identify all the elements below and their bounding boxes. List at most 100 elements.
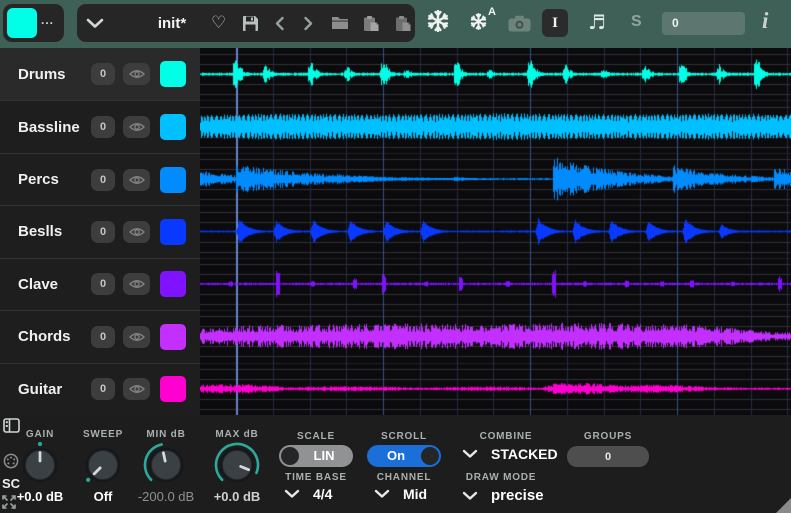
next-preset-icon[interactable] — [303, 4, 314, 42]
time-base-label: TIME BASE — [285, 472, 347, 483]
track-name: Guitar — [18, 380, 63, 398]
track-row[interactable]: Bassline 0 — [0, 100, 200, 152]
eye-icon — [128, 332, 145, 341]
snapshot-camera-icon[interactable] — [508, 15, 531, 32]
auto-freeze-icon[interactable] — [470, 13, 487, 30]
scroll-label: SCROLL — [381, 431, 427, 442]
track-color-swatch[interactable] — [160, 218, 186, 245]
track-color-swatch[interactable] — [160, 271, 186, 298]
max-db-knob[interactable]: MAX dB +0.0 dB — [199, 429, 275, 504]
track-count-badge[interactable]: 0 — [91, 168, 115, 191]
min-db-label: MIN dB — [146, 429, 186, 440]
eye-icon — [128, 70, 145, 79]
eye-icon — [128, 175, 145, 184]
track-count-badge[interactable]: 0 — [91, 325, 115, 348]
combine-value: STACKED — [491, 446, 558, 462]
toggle-knob — [421, 447, 439, 465]
favorite-heart-icon[interactable]: ♡ — [211, 4, 226, 42]
track-count-badge[interactable]: 0 — [91, 116, 115, 139]
toolbar: ... init* ♡ A I ♬ S 0 i — [0, 0, 791, 48]
eye-icon — [128, 385, 145, 394]
preset-browser-folder-icon[interactable] — [331, 4, 349, 42]
draw-mode-value: precise — [491, 487, 544, 504]
track-visibility-button[interactable] — [123, 63, 150, 86]
track-count-badge[interactable]: 0 — [91, 63, 115, 86]
auto-freeze-a-label: A — [488, 6, 496, 18]
previous-preset-icon[interactable] — [274, 4, 285, 42]
channel-dropdown[interactable]: Mid — [374, 486, 427, 502]
track-name: Beslls — [18, 223, 63, 241]
resize-handle[interactable] — [776, 498, 791, 513]
track-name: Drums — [18, 65, 66, 83]
preset-dropdown-chevron-icon[interactable] — [86, 4, 104, 42]
max-db-value: +0.0 dB — [213, 489, 261, 504]
draw-mode-label: DRAW MODE — [465, 472, 537, 483]
scale-toggle[interactable]: LIN — [279, 445, 353, 467]
track-color-swatch[interactable] — [160, 61, 186, 88]
track-list: Drums 0 Bassline 0 Percs 0 Beslls 0 Clav… — [0, 48, 200, 415]
control-panel: SC GAIN +0.0 dB SWEEP Off MIN dB -200.0 … — [0, 415, 791, 513]
track-visibility-button[interactable] — [123, 116, 150, 139]
chevron-down-icon — [374, 489, 390, 498]
channel-value: Mid — [403, 486, 428, 502]
chevron-down-icon — [462, 491, 478, 500]
track-row[interactable]: Guitar 0 — [0, 362, 200, 415]
time-base-value: 4/4 — [313, 486, 333, 502]
paste-preset-icon[interactable] — [394, 4, 412, 42]
track-visibility-button[interactable] — [123, 325, 150, 348]
channel-label: CHANNEL — [376, 472, 432, 483]
track-count-badge[interactable]: 0 — [91, 220, 115, 243]
track-row[interactable]: Chords 0 — [0, 310, 200, 362]
scroll-toggle[interactable]: On — [367, 445, 441, 467]
chevron-down-icon — [462, 449, 478, 458]
track-visibility-button[interactable] — [123, 378, 150, 401]
track-visibility-button[interactable] — [123, 273, 150, 296]
preset-bar: init* ♡ — [77, 4, 415, 42]
time-base-dropdown[interactable]: 4/4 — [284, 486, 332, 502]
waveform-display[interactable] — [200, 48, 791, 415]
copy-preset-icon[interactable] — [362, 4, 380, 42]
track-color-swatch[interactable] — [160, 114, 186, 141]
toggle-knob — [281, 447, 299, 465]
draw-mode-dropdown[interactable]: precise — [462, 487, 544, 504]
plugin-window: ... init* ♡ A I ♬ S 0 i Drums 0 Bassline… — [0, 0, 791, 513]
counter-input[interactable]: 0 — [662, 12, 745, 35]
musical-notes-icon[interactable]: ♬ — [588, 10, 606, 34]
eye-icon — [128, 228, 145, 236]
eye-icon — [128, 123, 145, 132]
track-row[interactable]: Clave 0 — [0, 257, 200, 310]
track-color-swatch[interactable] — [160, 166, 186, 193]
active-track-color-swatch[interactable] — [7, 8, 37, 38]
track-count-badge[interactable]: 0 — [91, 378, 115, 401]
track-name: Clave — [18, 275, 59, 293]
more-options-button[interactable]: ... — [41, 13, 54, 27]
save-preset-icon[interactable] — [242, 4, 259, 42]
track-name: Bassline — [18, 118, 80, 136]
track-row[interactable]: Beslls 0 — [0, 205, 200, 257]
track-row[interactable]: Drums 0 — [0, 48, 200, 101]
groups-button[interactable]: 0 — [567, 446, 649, 467]
info-icon[interactable]: i — [762, 8, 768, 34]
track-color-swatch[interactable] — [160, 323, 186, 350]
min-db-knob[interactable]: MIN dB -200.0 dB — [128, 429, 204, 504]
track-visibility-button[interactable] — [123, 220, 150, 243]
input-monitor-button[interactable]: I — [542, 9, 568, 37]
track-count-badge[interactable]: 0 — [91, 273, 115, 296]
scale-value: LIN — [313, 448, 335, 463]
scroll-value: On — [386, 448, 406, 463]
track-row[interactable]: Percs 0 — [0, 152, 200, 205]
scale-label: SCALE — [297, 431, 335, 442]
track-visibility-button[interactable] — [123, 168, 150, 191]
freeze-icon[interactable] — [427, 10, 449, 32]
chevron-down-icon — [284, 489, 300, 498]
track-color-swatch[interactable] — [160, 376, 186, 403]
track-name: Percs — [18, 171, 59, 189]
combine-label: COMBINE — [479, 431, 533, 442]
track-name: Chords — [18, 328, 71, 346]
combine-dropdown[interactable]: STACKED — [462, 446, 558, 462]
solo-button[interactable]: S — [631, 13, 642, 31]
active-track-group: ... — [3, 4, 64, 42]
min-db-value: -200.0 dB — [137, 489, 195, 504]
groups-label: GROUPS — [583, 431, 633, 442]
max-db-label: MAX dB — [215, 429, 259, 440]
